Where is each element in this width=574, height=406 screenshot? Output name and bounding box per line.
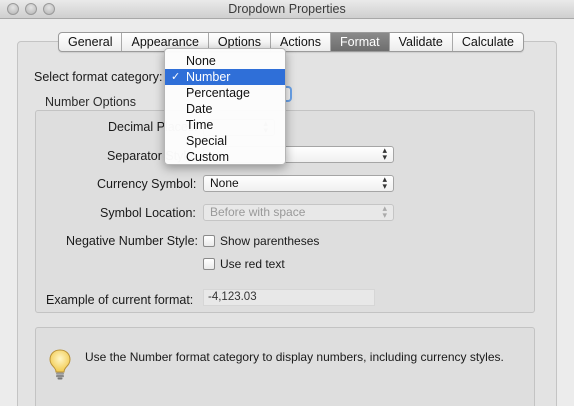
number-options-title: Number Options [45, 95, 137, 109]
show-parentheses-option[interactable]: Show parentheses [203, 234, 319, 248]
tip-text: Use the Number format category to displa… [85, 350, 504, 364]
dialog-content: General Appearance Options Actions Forma… [0, 19, 574, 406]
checkmark-icon: ✓ [171, 71, 181, 83]
tab-calculate[interactable]: Calculate [453, 33, 523, 51]
currency-symbol-select[interactable]: None ▴ ▾ [203, 175, 394, 192]
chevron-updown-icon: ▴▾ [382, 145, 387, 162]
example-format-label: Example of current format: [46, 293, 194, 307]
menu-item-label: Date [186, 102, 213, 116]
show-parentheses-label: Show parentheses [220, 234, 320, 248]
chevron-updown-icon: ▴▾ [382, 203, 387, 220]
tab-bar: General Appearance Options Actions Forma… [58, 32, 524, 52]
tip-box [35, 327, 535, 406]
currency-symbol-label: Currency Symbol: [97, 177, 197, 191]
menu-item-percentage[interactable]: Percentage [165, 85, 285, 101]
menu-item-label: Number [186, 70, 231, 84]
title-bar: Dropdown Properties [0, 0, 574, 19]
menu-item-label: Custom [186, 150, 230, 164]
format-category-label: Select format category: [34, 70, 163, 84]
use-red-text-option[interactable]: Use red text [203, 257, 285, 271]
format-category-menu[interactable]: None ✓ Number Percentage Date Time Specia… [164, 48, 286, 165]
show-parentheses-checkbox[interactable] [203, 235, 215, 247]
menu-item-time[interactable]: Time [165, 117, 285, 133]
currency-symbol-value: None [210, 176, 239, 190]
menu-item-label: Special [186, 134, 227, 148]
tab-format[interactable]: Format [331, 33, 390, 51]
menu-item-label: Time [186, 118, 214, 132]
menu-item-number[interactable]: ✓ Number [165, 69, 285, 85]
chevron-updown-icon: ▴▾ [382, 174, 387, 191]
symbol-location-select: Before with space ▴ ▾ [203, 204, 394, 221]
use-red-text-label: Use red text [220, 257, 285, 271]
window-title: Dropdown Properties [228, 2, 346, 16]
symbol-location-value: Before with space [210, 205, 306, 219]
menu-item-label: Percentage [186, 86, 250, 100]
negative-number-style-label: Negative Number Style: [66, 234, 199, 248]
lightbulb-icon [49, 349, 71, 380]
symbol-location-label: Symbol Location: [100, 206, 196, 220]
menu-item-custom[interactable]: Custom [165, 149, 285, 165]
use-red-text-checkbox[interactable] [203, 258, 215, 270]
menu-item-label: None [186, 54, 216, 68]
menu-item-date[interactable]: Date [165, 101, 285, 117]
example-format-value: -4,123.03 [203, 289, 375, 306]
tab-validate[interactable]: Validate [390, 33, 453, 51]
menu-item-none[interactable]: None [165, 53, 285, 69]
menu-item-special[interactable]: Special [165, 133, 285, 149]
tab-general[interactable]: General [59, 33, 123, 51]
